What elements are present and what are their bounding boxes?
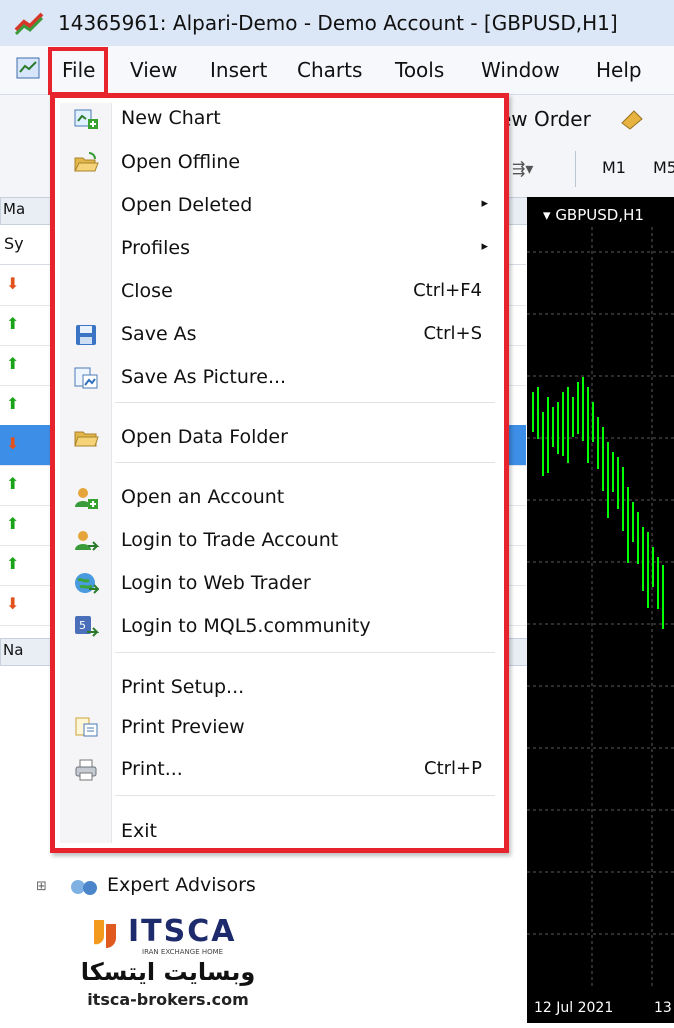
- menu-item-label: Login to MQL5.community: [121, 615, 371, 637]
- expert-advisors-icon: [66, 877, 102, 897]
- chart-window[interactable]: [527, 197, 674, 1023]
- market-watch-title: Ma: [3, 200, 26, 218]
- menu-item-label: Login to Web Trader: [121, 572, 311, 594]
- menu-item-open-deleted[interactable]: Open Deleted ▸: [60, 186, 500, 226]
- symbol-column-label: Sy: [4, 234, 24, 253]
- price-chart: [527, 227, 674, 987]
- price-up-arrow-icon: ⬆: [6, 394, 20, 413]
- cursor-tool-icon[interactable]: ⇶▾: [512, 159, 533, 178]
- menu-item-save-as-picture[interactable]: Save As Picture...: [60, 358, 500, 398]
- price-up-arrow-icon: ⬆: [6, 354, 20, 373]
- mql5-icon: 5: [73, 614, 100, 640]
- itsca-url: itsca-brokers.com: [87, 990, 249, 1009]
- menu-separator: [115, 652, 495, 653]
- itsca-watermark: ITSCA IRAN EXCHANGE HOME وبسایت ایتسکا i…: [68, 910, 268, 1015]
- file-dropdown-menu: New Chart Open Offline Open Deleted ▸ Profil…: [50, 93, 509, 853]
- price-up-arrow-icon: ⬆: [6, 554, 20, 573]
- menu-insert[interactable]: Insert: [210, 58, 267, 82]
- menu-help[interactable]: Help: [596, 58, 642, 82]
- folder-icon: [73, 425, 99, 451]
- menu-item-label: Print Setup...: [121, 676, 245, 698]
- menu-item-label: Open an Account: [121, 486, 285, 508]
- menu-item-label: Open Deleted: [121, 194, 253, 216]
- user-add-icon: [73, 485, 99, 511]
- timeframe-m5[interactable]: M5: [653, 158, 674, 177]
- menu-item-save-as[interactable]: Save As Ctrl+S: [60, 315, 500, 355]
- menu-window[interactable]: Window: [481, 58, 560, 82]
- menu-item-label: Save As: [121, 323, 197, 345]
- price-down-arrow-icon: ⬇: [6, 434, 20, 453]
- menu-item-label: Close: [121, 280, 173, 302]
- time-label-1: 13: [654, 1000, 672, 1016]
- menu-item-shortcut: Ctrl+F4: [413, 280, 482, 301]
- price-up-arrow-icon: ⬆: [6, 514, 20, 533]
- chart-window-icon[interactable]: [16, 56, 40, 80]
- user-login-icon: [73, 528, 100, 554]
- price-up-arrow-icon: ⬆: [6, 314, 20, 333]
- menu-item-profiles[interactable]: Profiles ▸: [60, 229, 500, 269]
- menu-item-exit[interactable]: Exit: [60, 812, 500, 852]
- menu-item-open-offline[interactable]: Open Offline: [60, 143, 500, 183]
- menu-item-print-setup[interactable]: Print Setup...: [60, 668, 500, 708]
- menu-item-close[interactable]: Close Ctrl+F4: [60, 272, 500, 312]
- time-label-0: 12 Jul 2021: [534, 1000, 614, 1016]
- menu-view[interactable]: View: [130, 58, 177, 82]
- menu-item-label: Login to Trade Account: [121, 529, 339, 551]
- menu-tools[interactable]: Tools: [395, 58, 444, 82]
- menu-item-open-an-account[interactable]: Open an Account: [60, 478, 500, 518]
- timeframe-m1[interactable]: M1: [602, 158, 626, 177]
- itsca-tagline: IRAN EXCHANGE HOME: [142, 948, 224, 956]
- itsca-brand: ITSCA: [128, 914, 237, 949]
- menu-item-label: Exit: [121, 820, 157, 842]
- printer-icon: [73, 757, 99, 783]
- chart-title-text: GBPUSD,H1: [555, 206, 644, 224]
- itsca-persian-name: وبسایت ایتسکا: [80, 958, 256, 986]
- menu-separator: [115, 462, 495, 463]
- menu-separator: [115, 795, 495, 796]
- menu-item-label: Print Preview: [121, 716, 245, 738]
- chart-symbol-title: ▾ GBPUSD,H1: [543, 206, 644, 224]
- autotrading-icon[interactable]: [618, 105, 646, 131]
- menu-item-shortcut: Ctrl+S: [423, 323, 482, 344]
- menu-item-new-chart[interactable]: New Chart: [60, 99, 500, 139]
- submenu-arrow-icon: ▸: [481, 196, 488, 211]
- tree-expand-icon[interactable]: ⊞: [36, 879, 47, 894]
- submenu-arrow-icon: ▸: [481, 239, 488, 254]
- menu-item-login-to-web-trader[interactable]: Login to Web Trader: [60, 564, 500, 604]
- floppy-disk-icon: [73, 322, 99, 348]
- window-title: 14365961: Alpari-Demo - Demo Account - […: [58, 11, 618, 35]
- menu-item-open-data-folder[interactable]: Open Data Folder: [60, 418, 500, 458]
- print-preview-icon: [73, 715, 99, 741]
- chart-time-axis: 12 Jul 2021 13: [527, 990, 674, 1023]
- price-up-arrow-icon: ⬆: [6, 474, 20, 493]
- metatrader-logo-icon: [14, 12, 44, 36]
- open-folder-icon: [73, 150, 99, 176]
- menu-item-login-to-mql5-community[interactable]: 5 Login to MQL5.community: [60, 607, 500, 647]
- menu-item-shortcut: Ctrl+P: [424, 758, 482, 779]
- picture-icon: [73, 365, 99, 391]
- price-down-arrow-icon: ⬇: [6, 594, 20, 613]
- toolbar-separator: [575, 151, 576, 187]
- menu-item-label: Save As Picture...: [121, 366, 287, 388]
- menu-item-label: Print...: [121, 758, 183, 780]
- menu-item-label: Open Data Folder: [121, 426, 288, 448]
- navigator-item-expert-advisors[interactable]: Expert Advisors: [107, 874, 256, 896]
- price-down-arrow-icon: ⬇: [6, 274, 20, 293]
- navigator-title: Na: [3, 641, 24, 659]
- menu-item-label: New Chart: [121, 107, 221, 129]
- menu-item-login-to-trade-account[interactable]: Login to Trade Account: [60, 521, 500, 561]
- svg-text:5: 5: [79, 619, 86, 632]
- menu-item-label: Profiles: [121, 237, 190, 259]
- menu-charts[interactable]: Charts: [297, 58, 362, 82]
- title-bar: 14365961: Alpari-Demo - Demo Account - […: [0, 0, 674, 47]
- menu-separator: [115, 402, 495, 403]
- new-chart-icon: [73, 106, 99, 132]
- file-menu-highlight: [48, 47, 108, 96]
- menu-item-print[interactable]: Print... Ctrl+P: [60, 750, 500, 790]
- globe-icon: [73, 571, 101, 597]
- menu-item-label: Open Offline: [121, 151, 241, 173]
- itsca-logo-icon: [94, 920, 116, 948]
- menu-item-print-preview[interactable]: Print Preview: [60, 708, 500, 748]
